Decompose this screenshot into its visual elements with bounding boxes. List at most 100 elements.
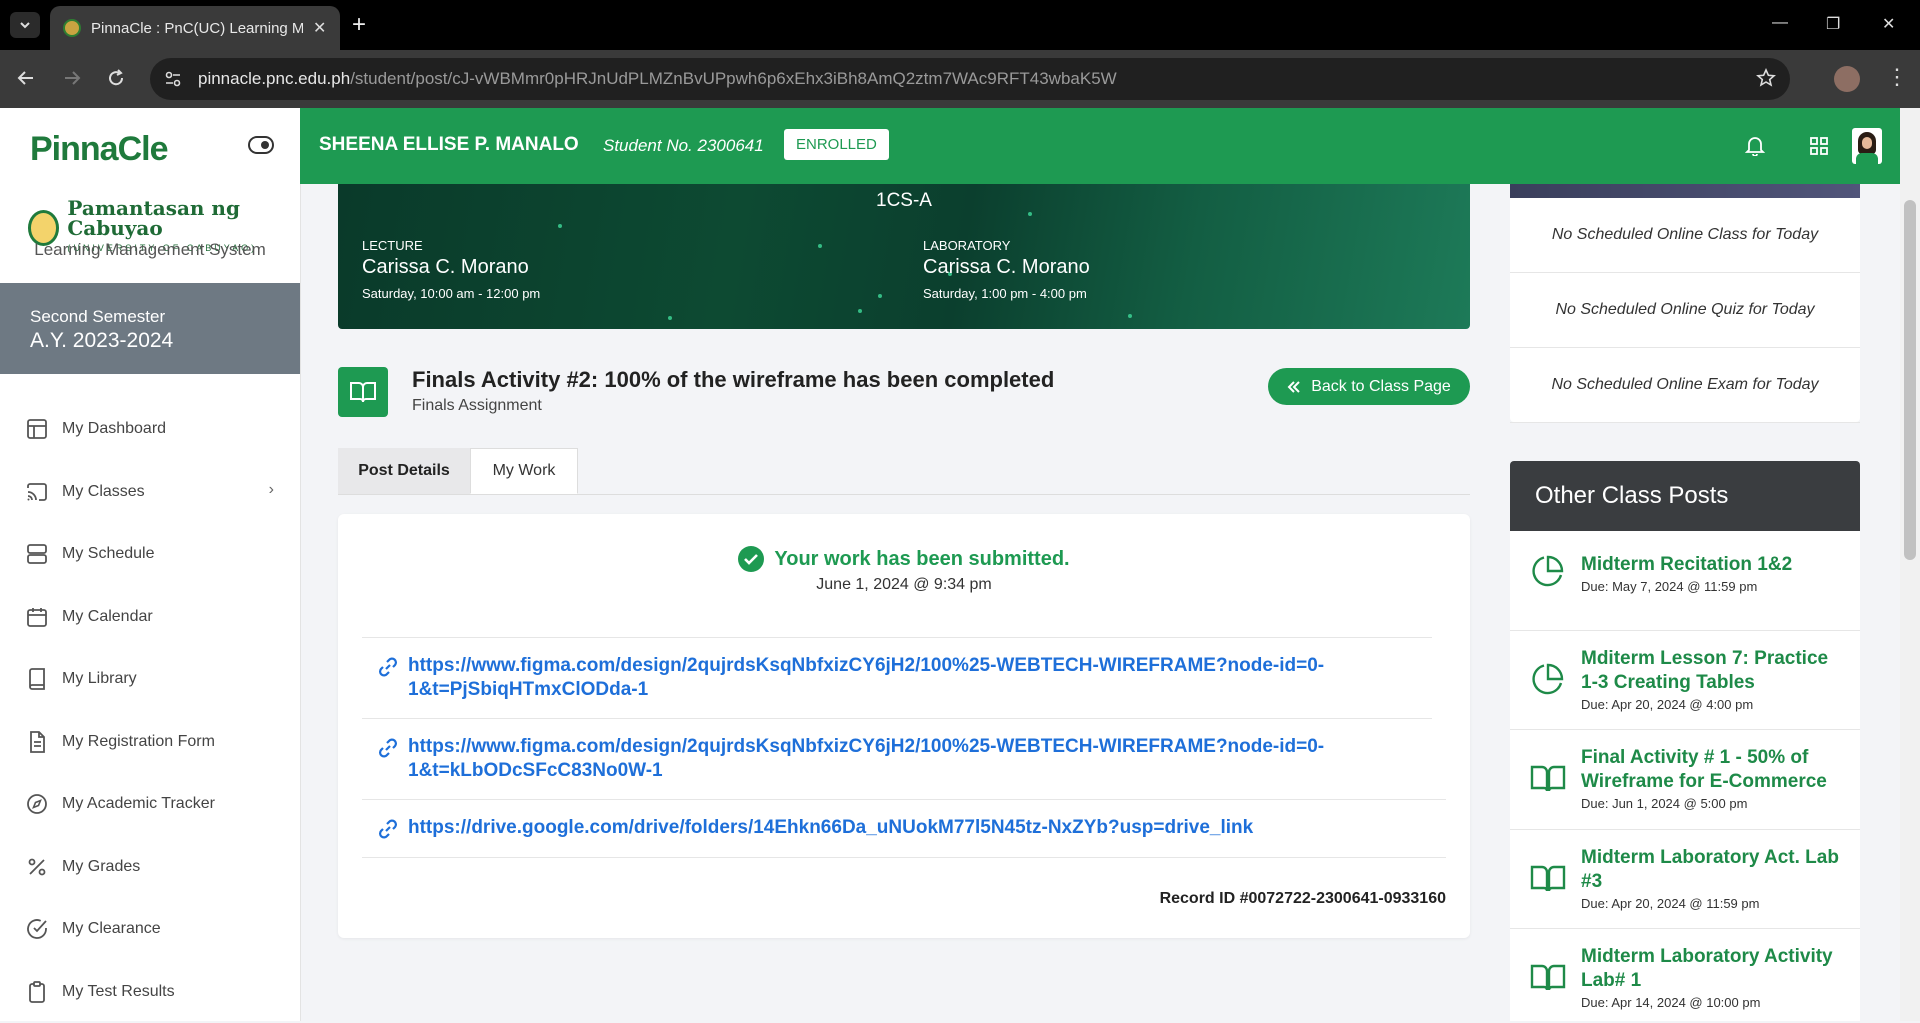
sidebar-item-dashboard[interactable]: My Dashboard — [0, 398, 300, 461]
schedule-icon — [24, 542, 50, 566]
laboratory-instructor: Carissa C. Morano — [923, 256, 1090, 279]
online-quiz-status: No Scheduled Online Quiz for Today — [1510, 273, 1860, 348]
tab-close-icon[interactable]: ✕ — [313, 18, 326, 38]
submission-link[interactable]: https://www.figma.com/design/2qujrdsKsqN… — [378, 654, 1408, 702]
tab-search-button[interactable] — [10, 12, 40, 38]
sidebar-item-classes[interactable]: My Classes › — [0, 461, 300, 524]
sidebar-item-label: My Calendar — [62, 608, 153, 626]
other-post-due: Due: May 7, 2024 @ 11:59 pm — [1581, 579, 1757, 594]
compass-icon — [24, 792, 50, 816]
restore-button[interactable]: ❐ — [1826, 14, 1840, 34]
sidebar-item-label: My Classes — [62, 483, 145, 501]
sidebar-item-label: My Registration Form — [62, 733, 215, 751]
schedule-panel-header-strip — [1510, 184, 1860, 198]
back-arrow-icon[interactable] — [16, 68, 36, 88]
other-post-due: Due: Apr 20, 2024 @ 4:00 pm — [1581, 697, 1753, 712]
submission-link-row: https://www.figma.com/design/2qujrdsKsqN… — [362, 718, 1432, 800]
submission-link[interactable]: https://drive.google.com/drive/folders/1… — [378, 816, 1408, 840]
post-subtitle: Finals Assignment — [412, 397, 542, 415]
lecture-instructor: Carissa C. Morano — [362, 256, 529, 279]
clipboard-icon — [24, 980, 50, 1004]
submission-link-row: https://www.figma.com/design/2qujrdsKsqN… — [362, 637, 1432, 719]
other-post-item[interactable]: Midterm Laboratory Activity Lab# 1 Due: … — [1510, 929, 1860, 1021]
book-open-icon — [338, 367, 388, 417]
check-circle-icon — [24, 917, 50, 941]
status-badge: ENROLLED — [784, 129, 889, 160]
sidebar-item-academic-tracker[interactable]: My Academic Tracker — [0, 773, 300, 836]
back-to-class-label: Back to Class Page — [1311, 378, 1451, 396]
page-scrollbar-thumb[interactable] — [1904, 200, 1916, 560]
grid-apps-icon[interactable] — [1809, 136, 1829, 156]
link-icon — [378, 657, 398, 677]
sidebar-item-label: My Schedule — [62, 545, 155, 563]
tab-my-work[interactable]: My Work — [470, 448, 578, 494]
student-number: Student No. 2300641 — [603, 136, 764, 156]
browser-profile-avatar[interactable] — [1834, 66, 1860, 92]
post-tabs: Post Details My Work — [338, 448, 1470, 495]
sidebar-item-library[interactable]: My Library — [0, 648, 300, 711]
sidebar-item-registration-form[interactable]: My Registration Form — [0, 711, 300, 774]
academic-year: A.Y. 2023-2024 — [30, 329, 173, 353]
other-post-item[interactable]: Midterm Laboratory Act. Lab #3 Due: Apr … — [1510, 830, 1860, 930]
submission-link-row: https://drive.google.com/drive/folders/1… — [362, 799, 1446, 858]
other-post-title: Midterm Laboratory Activity Lab# 1 — [1581, 945, 1841, 993]
reload-icon[interactable] — [106, 68, 126, 88]
sidebar-item-label: My Clearance — [62, 920, 161, 938]
submission-link[interactable]: https://www.figma.com/design/2qujrdsKsqN… — [378, 735, 1408, 783]
book-icon — [24, 667, 50, 691]
sidebar-item-calendar[interactable]: My Calendar — [0, 586, 300, 649]
submission-status: Your work has been submitted. — [338, 546, 1470, 572]
bookmark-star-icon[interactable] — [1756, 68, 1776, 88]
online-class-status: No Scheduled Online Class for Today — [1510, 198, 1860, 273]
browser-toolbar: pinnacle.pnc.edu.ph/student/post/cJ-vWBM… — [0, 50, 1920, 108]
other-post-due: Due: Apr 14, 2024 @ 10:00 pm — [1581, 995, 1760, 1010]
sidebar-item-test-results[interactable]: My Test Results — [0, 961, 300, 1023]
back-to-class-button[interactable]: Back to Class Page — [1268, 368, 1470, 405]
tab-post-details[interactable]: Post Details — [338, 448, 470, 494]
submission-date: June 1, 2024 @ 9:34 pm — [338, 576, 1470, 594]
sidebar-item-label: My Grades — [62, 858, 140, 876]
other-post-title: Midterm Laboratory Act. Lab #3 — [1581, 846, 1841, 894]
sidebar-item-grades[interactable]: My Grades — [0, 836, 300, 899]
toggle-icon[interactable] — [248, 136, 274, 154]
user-avatar[interactable] — [1852, 128, 1882, 164]
browser-menu-icon[interactable]: ⋮ — [1886, 66, 1908, 88]
link-icon — [378, 819, 398, 839]
lecture-time: Saturday, 10:00 am - 12:00 pm — [362, 286, 540, 301]
class-banner: 1CS-A LECTURE Carissa C. Morano Saturday… — [338, 184, 1470, 329]
other-post-title: Mditerm Lesson 7: Practice 1-3 Creating … — [1581, 647, 1841, 695]
browser-tab[interactable]: PinnaCle : PnC(UC) Learning Ma ✕ — [50, 6, 340, 50]
sidebar-item-clearance[interactable]: My Clearance — [0, 898, 300, 961]
sidebar-item-label: My Library — [62, 670, 137, 688]
site-info-icon[interactable] — [164, 70, 182, 88]
minimize-button[interactable]: — — [1772, 14, 1788, 32]
book-open-icon — [1530, 760, 1566, 796]
submission-status-text: Your work has been submitted. — [774, 548, 1069, 571]
laboratory-label: LABORATORY — [923, 238, 1010, 253]
my-work-card: Your work has been submitted. June 1, 20… — [338, 514, 1470, 938]
semester-label: Second Semester — [30, 307, 165, 327]
address-bar[interactable]: pinnacle.pnc.edu.ph/student/post/cJ-vWBM… — [150, 58, 1790, 100]
pinnacle-logo[interactable]: PinnaCle — [30, 130, 167, 169]
semester-panel: Second Semester A.Y. 2023-2024 — [0, 283, 300, 374]
other-class-posts: Other Class Posts Midterm Recitation 1&2… — [1510, 461, 1860, 1021]
percent-icon — [24, 855, 50, 879]
record-id: Record ID #0072722-2300641-0933160 — [1160, 890, 1446, 908]
sidebar-item-schedule[interactable]: My Schedule — [0, 523, 300, 586]
other-post-item[interactable]: Mditerm Lesson 7: Practice 1-3 Creating … — [1510, 631, 1860, 731]
pie-chart-icon — [1530, 553, 1566, 589]
bell-icon[interactable] — [1744, 134, 1766, 156]
book-open-icon — [1530, 860, 1566, 896]
forward-arrow-icon[interactable] — [62, 68, 82, 88]
other-post-item[interactable]: Final Activity # 1 - 50% of Wireframe fo… — [1510, 730, 1860, 830]
window-close-button[interactable]: ✕ — [1882, 14, 1895, 34]
chevron-down-icon — [18, 18, 32, 32]
top-header: SHEENA ELLISE P. MANALO Student No. 2300… — [300, 108, 1900, 184]
tab-title: PinnaCle : PnC(UC) Learning Ma — [91, 20, 303, 37]
check-circle-icon — [738, 546, 764, 572]
link-icon — [378, 738, 398, 758]
new-tab-button[interactable]: + — [352, 12, 366, 38]
url-text: pinnacle.pnc.edu.ph/student/post/cJ-vWBM… — [198, 69, 1117, 89]
other-posts-title: Other Class Posts — [1510, 461, 1860, 531]
other-post-item[interactable]: Midterm Recitation 1&2 Due: May 7, 2024 … — [1510, 531, 1860, 631]
